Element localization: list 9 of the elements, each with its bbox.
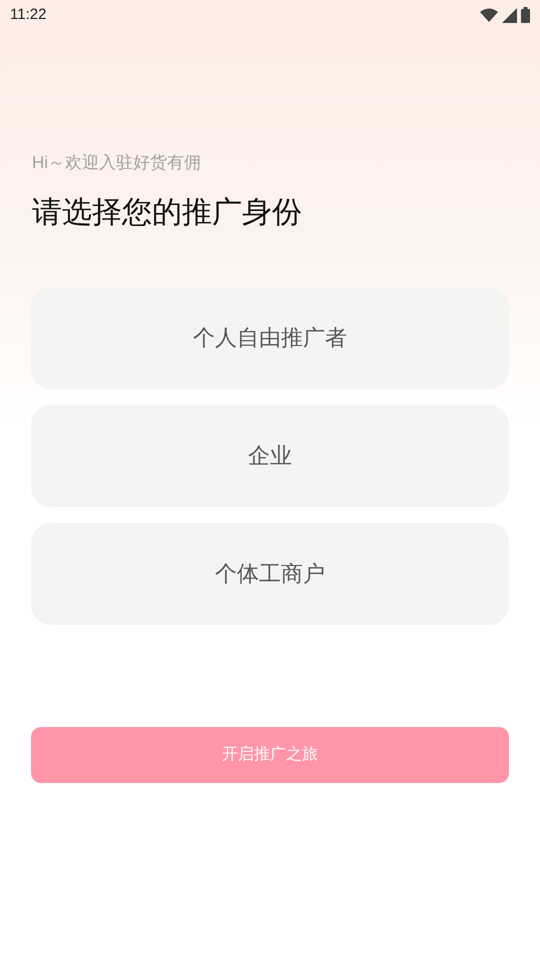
status-time: 11:22 bbox=[10, 4, 46, 25]
page-title: 请选择您的推广身份 bbox=[32, 194, 303, 230]
signal-icon bbox=[502, 8, 517, 22]
identity-option[interactable]: 个体工商户 bbox=[31, 522, 509, 624]
greeting-text: Hi～欢迎入驻好货有佣 bbox=[32, 152, 202, 174]
battery-icon bbox=[521, 7, 530, 23]
identity-option[interactable]: 个人自由推广者 bbox=[31, 286, 509, 388]
wifi-icon bbox=[480, 8, 498, 22]
identity-option[interactable]: 企业 bbox=[31, 404, 509, 506]
